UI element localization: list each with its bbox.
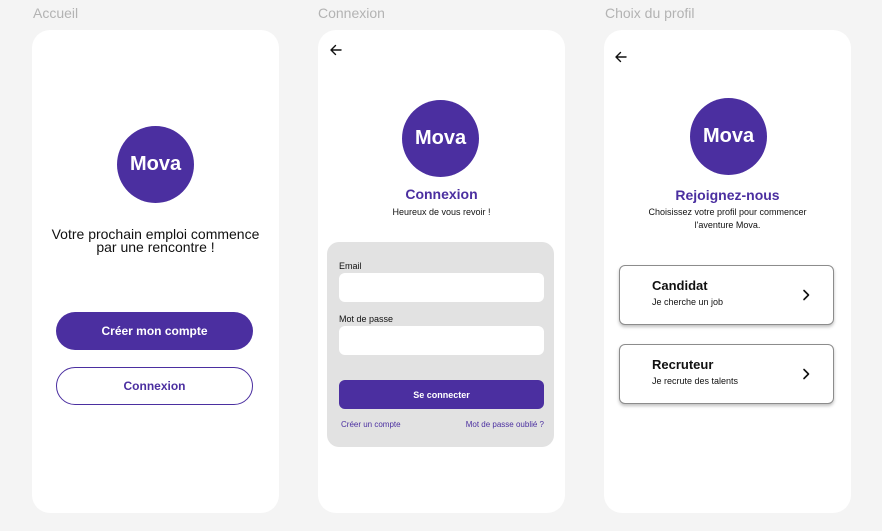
arrow-left-icon[interactable] [614,50,628,64]
profile-option-candidat[interactable]: Candidat Je cherche un job [619,265,834,325]
frame-title-profil: Choix du profil [605,5,695,21]
arrow-left-icon[interactable] [329,43,343,57]
screen-choix-profil: Mova Rejoignez-nous Choisissez votre pro… [604,30,851,513]
login-submit-button[interactable]: Se connecter [339,380,544,409]
chevron-right-icon [801,288,811,302]
page-title: Rejoignez-nous [675,187,780,203]
page-subtitle: Choisissez votre profil pour commencer l… [604,206,851,232]
tagline: Votre prochain emploi commence par une r… [32,227,279,255]
profile-option-title: Candidat [652,278,708,293]
login-form: Email Mot de passe Se connecter Créer un… [327,242,554,447]
password-field[interactable] [339,326,544,355]
password-label: Mot de passe [339,314,394,324]
mova-logo: Mova [402,100,479,177]
profile-option-recruteur[interactable]: Recruteur Je recrute des talents [619,344,834,404]
subtitle-line-1: Choisissez votre profil pour commencer [648,207,807,217]
screen-accueil: Mova Votre prochain emploi commence par … [32,30,279,513]
create-account-button[interactable]: Créer mon compte [56,312,253,350]
profile-option-subtitle: Je cherche un job [652,297,724,307]
profile-option-title: Recruteur [652,357,714,372]
mova-logo: Mova [690,98,767,175]
chevron-right-icon [801,367,811,381]
mova-logo: Mova [117,126,194,203]
frame-title-accueil: Accueil [33,5,79,21]
profile-option-subtitle: Je recrute des talents [652,376,739,386]
email-label: Email [339,261,362,271]
login-button[interactable]: Connexion [56,367,253,405]
screen-connexion: Mova Connexion Heureux de vous revoir ! … [318,30,565,513]
frame-title-connexion: Connexion [318,5,385,21]
page-subtitle: Heureux de vous revoir ! [392,207,491,217]
tagline-line-2: par une rencontre ! [96,239,215,255]
page-title: Connexion [405,186,478,202]
forgot-password-link[interactable]: Mot de passe oublié ? [466,420,544,429]
subtitle-line-2: l'aventure Mova. [694,220,761,230]
email-field[interactable] [339,273,544,302]
create-account-link[interactable]: Créer un compte [341,420,401,429]
